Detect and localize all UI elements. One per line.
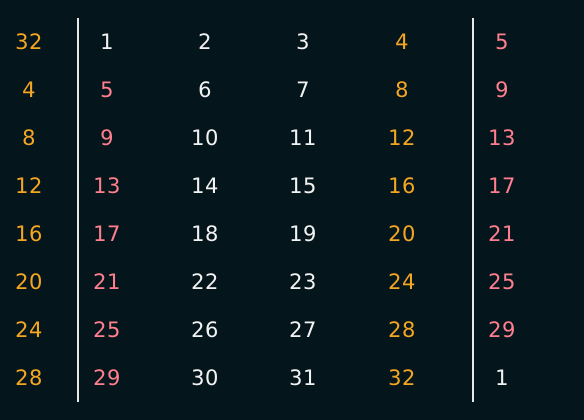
grid-cell: 8 [395,78,409,102]
grid-cell: 21 [488,222,516,246]
grid-cell: 1 [100,30,114,54]
grid-cell: 15 [289,174,317,198]
grid-cell: 23 [289,270,317,294]
grid-cell: 25 [488,270,516,294]
grid-cell: 32 [388,366,416,390]
grid-cell: 11 [289,126,317,150]
grid-cell: 24 [388,270,416,294]
grid-cell: 13 [488,126,516,150]
grid-cell: 16 [15,222,43,246]
grid-cell: 26 [191,318,219,342]
grid-cell: 28 [15,366,43,390]
grid-cell: 27 [289,318,317,342]
grid-cell: 18 [191,222,219,246]
grid-cell: 5 [100,78,114,102]
grid-cell: 2 [198,30,212,54]
grid-cell: 12 [15,174,43,198]
grid-cell: 5 [495,30,509,54]
grid-cell: 6 [198,78,212,102]
grid-cell: 21 [93,270,121,294]
grid-cell: 17 [93,222,121,246]
grid-cell: 17 [488,174,516,198]
grid-cell: 9 [495,78,509,102]
number-grid-board: 32 1 2 3 4 5 4 5 6 7 8 9 8 9 10 11 12 13… [0,0,584,420]
grid-cell: 30 [191,366,219,390]
grid-cell: 20 [388,222,416,246]
grid-cell: 29 [488,318,516,342]
number-grid: 32 1 2 3 4 5 4 5 6 7 8 9 8 9 10 11 12 13… [0,18,584,402]
grid-cell: 7 [296,78,310,102]
grid-cell: 8 [22,126,36,150]
grid-cell: 4 [22,78,36,102]
grid-cell: 14 [191,174,219,198]
grid-cell: 10 [191,126,219,150]
grid-cell: 29 [93,366,121,390]
grid-cell: 9 [100,126,114,150]
grid-cell: 19 [289,222,317,246]
grid-cell: 1 [495,366,509,390]
grid-cell: 24 [15,318,43,342]
grid-cell: 16 [388,174,416,198]
grid-cell: 32 [15,30,43,54]
grid-cell: 4 [395,30,409,54]
grid-cell: 31 [289,366,317,390]
grid-cell: 13 [93,174,121,198]
grid-cell: 3 [296,30,310,54]
grid-cell: 25 [93,318,121,342]
grid-cell: 28 [388,318,416,342]
grid-cell: 20 [15,270,43,294]
grid-cell: 12 [388,126,416,150]
grid-cell: 22 [191,270,219,294]
